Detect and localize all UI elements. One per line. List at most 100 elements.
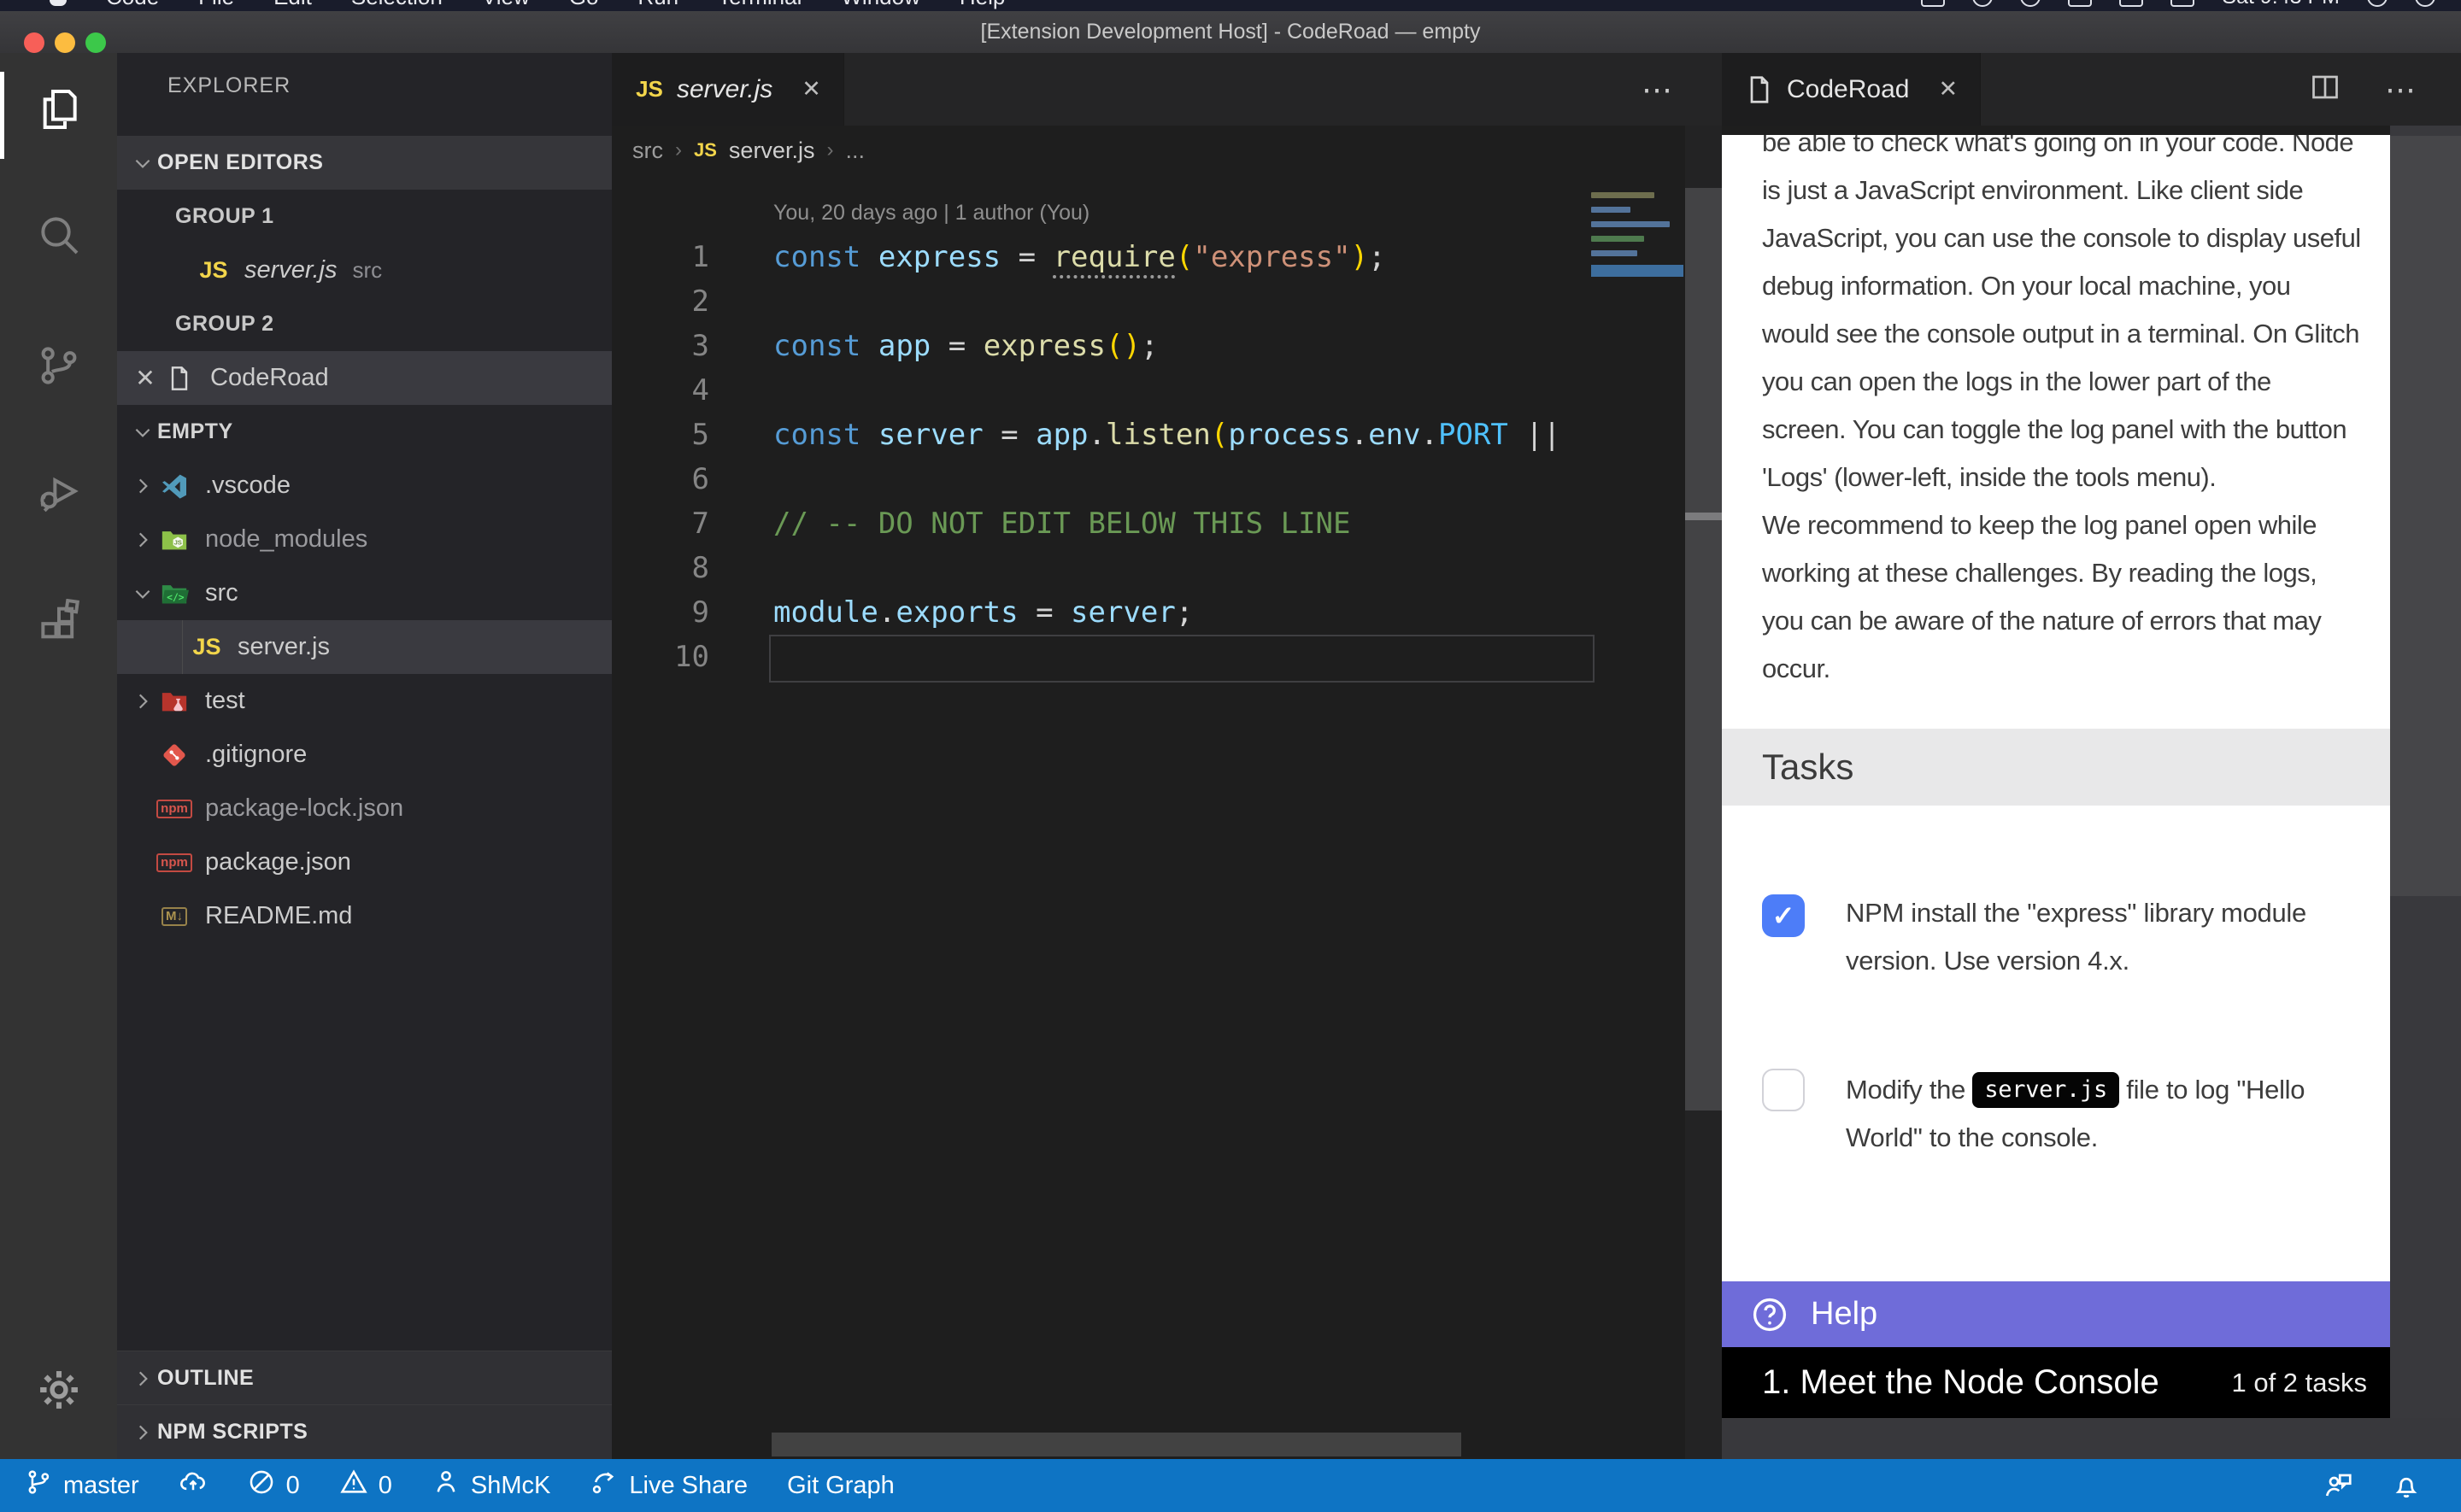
- webview-scrollbar[interactable]: [2390, 126, 2461, 1418]
- menubar-icon[interactable]: [1972, 0, 1993, 7]
- scrollbar-thumb[interactable]: [2390, 136, 2461, 896]
- menubar-icon[interactable]: [2020, 0, 2041, 7]
- status-live-share[interactable]: Live Share: [590, 1468, 748, 1503]
- line-number: 3: [612, 329, 709, 363]
- status-0[interactable]: 0: [247, 1468, 300, 1503]
- status-git-graph[interactable]: Git Graph: [787, 1472, 895, 1500]
- status-cloud[interactable]: [179, 1468, 208, 1503]
- close-tab-icon[interactable]: ✕: [802, 76, 821, 103]
- editor-group-1: JS server.js ✕ ⋯ src›JSserver.js›... You…: [612, 53, 1722, 1459]
- menubar-icon[interactable]: [1921, 0, 1945, 7]
- file-icon: [1744, 74, 1775, 105]
- line-number: 2: [612, 284, 709, 319]
- lesson-text-line: 'Logs' (lower-left, inside the tools men…: [1762, 454, 2361, 501]
- editor-more-actions-icon[interactable]: ⋯: [1642, 72, 1675, 108]
- tree-item-test[interactable]: test: [117, 674, 612, 728]
- tab-coderoad[interactable]: CodeRoad ✕: [1722, 53, 1981, 126]
- menubar-item-go[interactable]: Go: [569, 0, 599, 10]
- tree-item-server.js[interactable]: JSserver.js: [117, 620, 612, 674]
- git-icon: [157, 738, 191, 772]
- menubar-item-edit[interactable]: Edit: [273, 0, 312, 10]
- task-checkbox-unchecked[interactable]: [1762, 1069, 1805, 1111]
- code-editor[interactable]: 1const express = require("express"); 2 3co…: [612, 235, 1722, 679]
- code-line-1[interactable]: 1const express = require("express");: [612, 235, 1722, 279]
- tree-item-node_modules[interactable]: JSnode_modules: [117, 513, 612, 566]
- vscode-icon: [157, 469, 191, 503]
- breadcrumb-symbol[interactable]: ...: [845, 138, 865, 164]
- breadcrumb-file[interactable]: server.js: [729, 138, 815, 164]
- tab-server-js[interactable]: JS server.js ✕: [612, 53, 844, 126]
- status-0[interactable]: 0: [339, 1468, 392, 1503]
- search-icon[interactable]: [0, 190, 117, 279]
- source-control-icon[interactable]: [0, 321, 117, 410]
- menubar-item-code[interactable]: Code: [106, 0, 159, 10]
- code-line-4[interactable]: 4: [612, 368, 1722, 413]
- panel-divider[interactable]: [1685, 126, 1722, 1459]
- menubar-icon[interactable]: [2068, 0, 2092, 7]
- scrollbar-track[interactable]: [1685, 188, 1722, 1111]
- error-icon: [247, 1468, 276, 1503]
- section-npm-scripts[interactable]: NPM SCRIPTS: [117, 1404, 612, 1459]
- close-editor-icon[interactable]: ✕: [128, 364, 162, 392]
- code-line-3[interactable]: 3const app = express();: [612, 324, 1722, 368]
- menubar-item-window[interactable]: Window: [841, 0, 919, 10]
- menubar-item-terminal[interactable]: Terminal: [718, 0, 802, 10]
- menubar-icon[interactable]: [2119, 0, 2143, 7]
- apple-menu-icon[interactable]: [50, 0, 67, 6]
- svg-text:JS: JS: [174, 538, 182, 546]
- line-number: 8: [612, 551, 709, 585]
- section-open-editors[interactable]: OPEN EDITORS: [117, 136, 612, 190]
- help-bar[interactable]: Help: [1722, 1281, 2390, 1347]
- code-line-2[interactable]: 2: [612, 279, 1722, 324]
- code-line-6[interactable]: 6: [612, 457, 1722, 501]
- editor-group-2: CodeRoad ✕ ⋯ be able to check what's goi…: [1722, 53, 2461, 1459]
- menubar-item-selection[interactable]: Selection: [351, 0, 443, 10]
- menubar-item-file[interactable]: File: [198, 0, 234, 10]
- menubar-icon[interactable]: [2170, 0, 2194, 7]
- section-outline[interactable]: OUTLINE: [117, 1351, 612, 1405]
- sidebar-title: EXPLORER: [167, 73, 291, 98]
- task-checkbox-checked[interactable]: ✓: [1762, 894, 1805, 937]
- bell-icon[interactable]: [2391, 1470, 2422, 1501]
- code-line-7[interactable]: 7// -- DO NOT EDIT BELOW THIS LINE: [612, 501, 1722, 546]
- status-shmck[interactable]: ShMcK: [432, 1468, 550, 1503]
- feedback-icon[interactable]: [2323, 1470, 2353, 1501]
- menubar-item-run[interactable]: Run: [637, 0, 678, 10]
- gear-icon[interactable]: [0, 1345, 117, 1434]
- more-actions-icon[interactable]: ⋯: [2385, 72, 2418, 108]
- split-editor-icon[interactable]: [2310, 72, 2341, 107]
- minimap[interactable]: [1591, 192, 1683, 414]
- svg-text:</>: </>: [167, 590, 185, 602]
- section-folder-empty[interactable]: EMPTY: [117, 405, 612, 459]
- menubar-item-view[interactable]: View: [482, 0, 530, 10]
- siri-icon[interactable]: [2415, 0, 2435, 7]
- tree-item-README.md[interactable]: M↓README.md: [117, 889, 612, 943]
- menubar-item-help[interactable]: Help: [960, 0, 1005, 10]
- tree-item-.gitignore[interactable]: .gitignore: [117, 728, 612, 782]
- gitlens-annotation[interactable]: You, 20 days ago | 1 author (You): [773, 201, 1090, 226]
- breadcrumb[interactable]: src›JSserver.js›...: [632, 126, 865, 175]
- explorer-icon[interactable]: [0, 65, 117, 154]
- open-editor-item-CodeRoad[interactable]: ✕CodeRoad: [117, 351, 612, 405]
- lesson-text-line: debug information. On your local machine…: [1762, 262, 2361, 310]
- folder-src-icon: </>: [157, 577, 191, 611]
- horizontal-scrollbar[interactable]: [772, 1433, 1461, 1456]
- status-master[interactable]: master: [24, 1468, 139, 1503]
- tree-item-package.json[interactable]: npmpackage.json: [117, 835, 612, 889]
- cloud-icon: [179, 1468, 208, 1503]
- spotlight-icon[interactable]: [2367, 0, 2388, 7]
- tree-item-package-lock.json[interactable]: npmpackage-lock.json: [117, 782, 612, 835]
- code-line-9[interactable]: 9module.exports = server;: [612, 590, 1722, 635]
- breadcrumb-folder[interactable]: src: [632, 138, 663, 164]
- code-line-8[interactable]: 8: [612, 546, 1722, 590]
- tree-item-.vscode[interactable]: .vscode: [117, 459, 612, 513]
- scrollbar-thumb[interactable]: [1685, 513, 1722, 520]
- tree-item-src[interactable]: </>src: [117, 566, 612, 620]
- close-tab-icon[interactable]: ✕: [1938, 76, 1958, 103]
- run-debug-icon[interactable]: [0, 447, 117, 536]
- code-line-5[interactable]: 5const server = app.listen(process.env.P…: [612, 413, 1722, 457]
- menubar-clock[interactable]: Sat 9:43 PM: [2222, 0, 2340, 9]
- extensions-icon[interactable]: [0, 578, 117, 667]
- open-editor-item-server.js[interactable]: JSserver.jssrc: [117, 243, 612, 297]
- lesson-title: 1. Meet the Node Console: [1762, 1363, 2231, 1402]
